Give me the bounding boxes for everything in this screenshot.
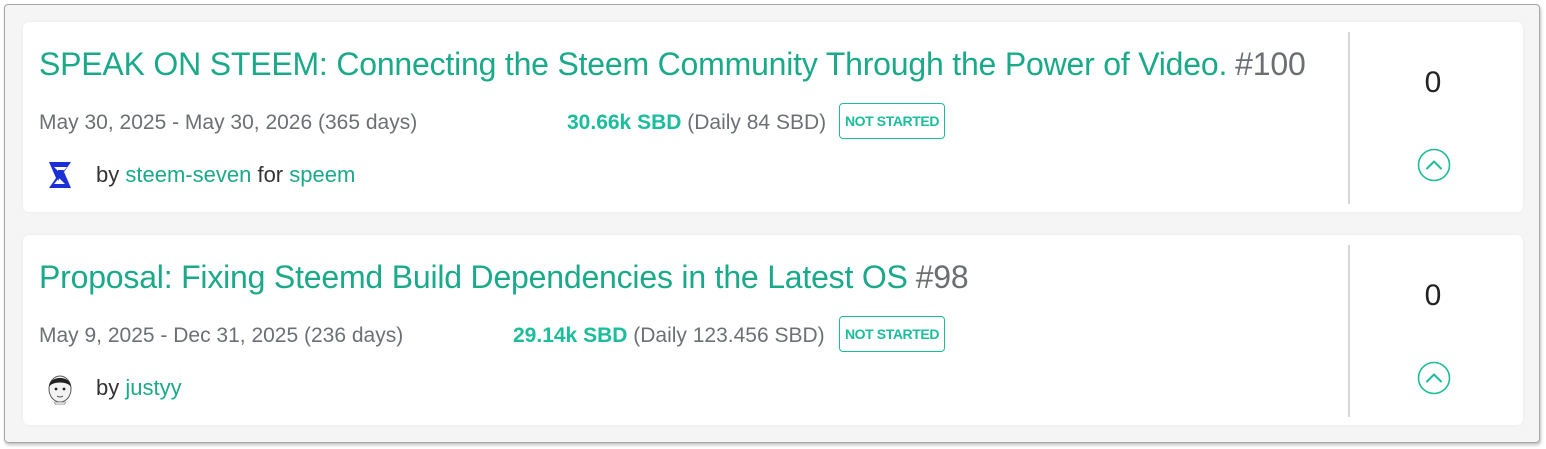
chevron-up-circle-icon[interactable] (1417, 361, 1451, 395)
steem-seven-logo-icon[interactable] (45, 158, 75, 192)
proposal-byline: by justyy (96, 375, 182, 401)
proposal-funding: 29.14k SBD (Daily 123.456 SBD) (513, 323, 825, 349)
vote-count: 0 (1424, 279, 1442, 312)
by-label: by (96, 162, 120, 187)
creator-link[interactable]: justyy (125, 375, 181, 400)
vote-count: 0 (1424, 66, 1442, 99)
justyy-avatar-icon[interactable] (45, 371, 75, 405)
receiver-link[interactable]: speem (289, 162, 355, 187)
proposal-amount: 29.14k SBD (513, 324, 628, 347)
proposal-funding: 30.66k SBD (Daily 84 SBD) (567, 110, 826, 136)
proposal-byline: by steem-seven for speem (96, 162, 355, 188)
proposal-card: SPEAK ON STEEM: Connecting the Steem Com… (23, 22, 1523, 212)
proposal-title-link[interactable]: SPEAK ON STEEM: Connecting the Steem Com… (39, 46, 1306, 82)
proposal-title[interactable]: Proposal: Fixing Steemd Build Dependenci… (39, 259, 908, 295)
proposal-title-link[interactable]: Proposal: Fixing Steemd Build Dependenci… (39, 259, 969, 295)
creator-link[interactable]: steem-seven (125, 162, 251, 187)
by-label: by (96, 375, 120, 400)
vote-divider (1348, 245, 1350, 417)
proposal-number: #98 (915, 259, 969, 295)
proposal-dates: May 9, 2025 - Dec 31, 2025 (236 days) (39, 324, 404, 347)
chevron-up-circle-icon[interactable] (1417, 148, 1451, 182)
proposal-dates: May 30, 2025 - May 30, 2026 (365 days) (39, 111, 418, 134)
proposal-card: Proposal: Fixing Steemd Build Dependenci… (23, 235, 1523, 425)
proposal-daily-amount: (Daily 123.456 SBD) (633, 324, 825, 347)
status-badge: NOT STARTED (839, 103, 945, 139)
proposals-panel: SPEAK ON STEEM: Connecting the Steem Com… (4, 4, 1540, 443)
proposal-number: #100 (1235, 46, 1306, 82)
proposal-amount: 30.66k SBD (567, 111, 682, 134)
proposal-title[interactable]: SPEAK ON STEEM: Connecting the Steem Com… (39, 46, 1227, 82)
vote-divider (1348, 32, 1350, 204)
status-badge: NOT STARTED (839, 316, 945, 352)
for-label: for (257, 162, 284, 187)
proposal-daily-amount: (Daily 84 SBD) (687, 111, 827, 134)
